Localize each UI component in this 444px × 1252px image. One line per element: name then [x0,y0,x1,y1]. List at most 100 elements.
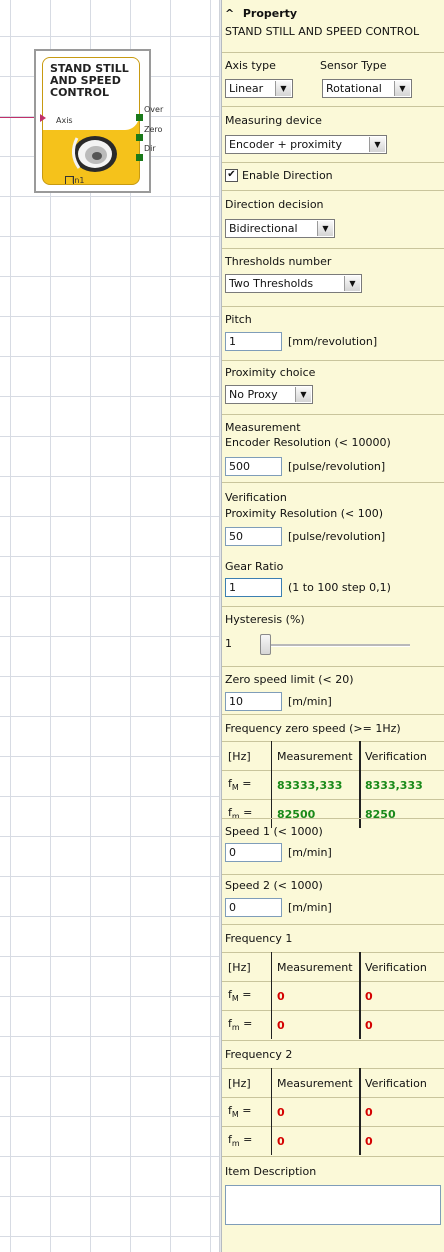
thresholds-number-select[interactable]: Two Thresholds ▼ [225,274,362,293]
encoder-icon [72,136,117,172]
fmin-label: fm = [222,1126,272,1155]
fmin-verification-value: 0 [360,1126,444,1155]
speed2-unit: [m/min] [288,901,332,914]
fmax-measurement-value: 83333,333 [271,770,361,800]
zero-speed-limit-label: Zero speed limit (< 20) [225,673,354,686]
sensor-type-label: Sensor Type [320,59,387,72]
proximity-resolution-label: Proximity Resolution (< 100) [225,507,384,520]
speed2-section: Speed 2 (< 1000) 0 [m/min] [222,874,444,925]
chevron-down-icon[interactable]: ▼ [317,221,333,236]
table-header-row: [Hz] Measurement Verification [222,952,444,982]
axis-type-select[interactable]: Linear ▼ [225,79,293,98]
function-block[interactable]: STAND STILL AND SPEED CONTROL Axis Over … [34,49,163,193]
table-row: fm = 0 0 [222,1010,444,1039]
zero-speed-limit-unit: [m/min] [288,695,332,708]
measurement-section: Measurement Encoder Resolution (< 10000)… [222,414,444,483]
verification-header: Verification [360,741,444,771]
fmax-measurement-value: 0 [271,981,361,1011]
fmax-label: fM = [222,770,272,800]
hysteresis-section: Hysteresis (%) 1 [222,606,444,667]
chevron-down-icon[interactable]: ▼ [295,387,311,402]
block-body: STAND STILL AND SPEED CONTROL Axis [42,57,140,185]
chevron-down-icon[interactable]: ▼ [394,81,410,96]
item-description-input[interactable] [225,1185,441,1225]
proximity-choice-select[interactable]: No Proxy ▼ [225,385,313,404]
fmin-measurement-value: 0 [271,1126,361,1155]
sensor-type-value: Rotational [326,82,382,95]
speed1-section: Speed 1 (< 1000) 0 [m/min] [222,818,444,875]
direction-decision-label: Direction decision [225,198,324,211]
output-pin-zero[interactable] [136,134,143,141]
thresholds-number-section: Thresholds number Two Thresholds ▼ [222,248,444,307]
item-description-label: Item Description [225,1165,317,1178]
enable-direction-checkbox[interactable]: ✔ [225,169,238,182]
proximity-choice-label: Proximity choice [225,366,316,379]
measuring-device-section: Measuring device Encoder + proximity ▼ [222,106,444,163]
fmax-label: fM = [222,981,272,1011]
fmin-verification-value: 0 [360,1010,444,1039]
pitch-label: Pitch [225,313,252,326]
frequency2-table: [Hz] Measurement Verification fM = 0 0 f… [222,1068,444,1155]
speed1-input[interactable]: 0 [225,843,282,862]
pitch-unit: [mm/revolution] [288,335,378,348]
hz-header: [Hz] [222,952,272,982]
enable-direction-label: Enable Direction [242,169,333,182]
frequency-zero-speed-section: Frequency zero speed (>= 1Hz) [Hz] Measu… [222,714,444,828]
proximity-choice-value: No Proxy [229,388,278,401]
chevron-down-icon[interactable]: ▼ [344,276,360,291]
measuring-device-select[interactable]: Encoder + proximity ▼ [225,135,387,154]
measurement-header: Measurement [271,741,361,771]
axis-type-label: Axis type [225,59,276,72]
speed2-label: Speed 2 (< 1000) [225,879,323,892]
hysteresis-value: 1 [225,637,232,650]
thresholds-number-value: Two Thresholds [229,277,314,290]
pitch-section: Pitch 1 [mm/revolution] [222,306,444,361]
frequency-zero-speed-label: Frequency zero speed (>= 1Hz) [225,722,401,735]
zero-speed-limit-input[interactable]: 10 [225,692,282,711]
axis-type-value: Linear [229,82,264,95]
measurement-header: Measurement [271,952,361,982]
design-canvas[interactable]: STAND STILL AND SPEED CONTROL Axis Over … [0,0,219,1252]
direction-decision-select[interactable]: Bidirectional ▼ [225,219,335,238]
speed2-input[interactable]: 0 [225,898,282,917]
block-title-line-3: CONTROL [50,86,109,99]
axis-input-pin[interactable] [40,114,46,122]
proximity-resolution-unit: [pulse/revolution] [288,530,386,543]
measurement-header: Measurement [271,1068,361,1098]
table-row: fM = 0 0 [222,981,444,1011]
frequency1-table: [Hz] Measurement Verification fM = 0 0 f… [222,952,444,1039]
property-title-row: ^ Property [225,7,297,20]
output-pin-dir[interactable] [136,154,143,161]
chevron-down-icon[interactable]: ▼ [275,81,291,96]
output-pin-over[interactable] [136,114,143,121]
verification-header: Verification [360,1068,444,1098]
thresholds-number-label: Thresholds number [225,255,332,268]
property-title: Property [242,7,298,20]
enable-direction-section: ✔ Enable Direction [222,162,444,191]
sensor-type-select[interactable]: Rotational ▼ [322,79,412,98]
direction-decision-value: Bidirectional [229,222,298,235]
measuring-device-label: Measuring device [225,114,322,127]
collapse-chevron-icon[interactable]: ^ [225,7,239,20]
fmax-measurement-value: 0 [271,1097,361,1127]
enable-direction-row: ✔ Enable Direction [225,169,333,182]
table-row: fm = 0 0 [222,1126,444,1155]
hysteresis-slider-thumb[interactable] [260,634,271,655]
encoder-resolution-input[interactable]: 500 [225,457,282,476]
direction-decision-section: Direction decision Bidirectional ▼ [222,190,444,249]
table-header-row: [Hz] Measurement Verification [222,741,444,771]
chevron-down-icon[interactable]: ▼ [369,137,385,152]
table-row: fM = 0 0 [222,1097,444,1127]
proximity-resolution-input[interactable]: 50 [225,527,282,546]
output-label-dir: Dir [144,144,156,153]
encoder-resolution-label: Encoder Resolution (< 10000) [225,436,391,449]
hysteresis-slider-track[interactable] [260,644,410,647]
gear-ratio-input[interactable]: 1 [225,578,282,597]
pitch-input[interactable]: 1 [225,332,282,351]
proximity-choice-section: Proximity choice No Proxy ▼ [222,360,444,415]
measuring-device-value: Encoder + proximity [229,138,342,151]
table-row: fM = 83333,333 8333,333 [222,770,444,800]
fmin-measurement-value: 0 [271,1010,361,1039]
block-bottom-label: In1 [72,176,85,185]
property-panel: ^ Property STAND STILL AND SPEED CONTROL… [222,0,444,1252]
